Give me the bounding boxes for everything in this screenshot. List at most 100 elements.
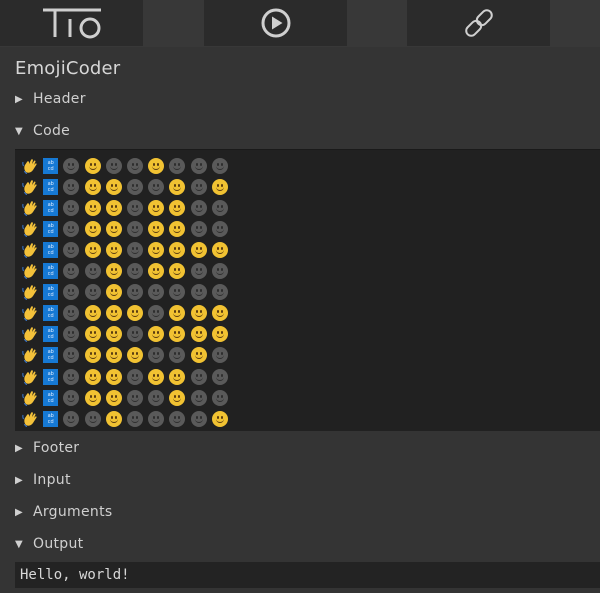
gray-smiley-icon xyxy=(126,263,143,279)
yellow-smiley-icon xyxy=(148,326,165,343)
gray-smiley-icon xyxy=(126,199,143,216)
section-label: Code xyxy=(33,123,71,139)
code-line: ab cd xyxy=(22,408,233,429)
gray-smiley-icon xyxy=(211,263,228,279)
gray-smiley-icon xyxy=(63,347,80,364)
abcd-input-icon: ab cd xyxy=(43,220,59,237)
expand-arrow-icon: ▶ xyxy=(15,442,23,454)
gray-smiley-icon xyxy=(148,305,165,322)
section-label: Output xyxy=(33,536,84,552)
gray-smiley-icon xyxy=(211,347,228,364)
waving-hand-emoji-icon xyxy=(22,347,38,364)
waving-hand-emoji-icon xyxy=(22,242,38,258)
yellow-smiley-icon xyxy=(169,220,186,237)
language-title: EmojiCoder xyxy=(15,58,121,79)
gray-smiley-icon xyxy=(126,220,143,237)
arguments-section-toggle[interactable]: ▶ Arguments xyxy=(15,504,112,520)
header-section-toggle[interactable]: ▶ Header xyxy=(15,91,86,107)
home-button[interactable] xyxy=(0,0,143,46)
gray-smiley-icon xyxy=(63,305,80,322)
yellow-smiley-icon xyxy=(84,157,101,174)
abcd-input-icon: ab cd xyxy=(43,178,59,195)
gray-smiley-icon xyxy=(63,263,80,279)
yellow-smiley-icon xyxy=(148,199,165,216)
yellow-smiley-icon xyxy=(105,178,122,195)
abcd-input-icon: ab cd xyxy=(43,347,59,364)
gray-smiley-icon xyxy=(126,368,143,385)
code-line: ab cd xyxy=(22,155,233,176)
gray-smiley-icon xyxy=(190,389,207,406)
gray-smiley-icon xyxy=(169,284,186,301)
yellow-smiley-icon xyxy=(211,326,228,343)
waving-hand-emoji-icon xyxy=(22,305,38,322)
gray-smiley-icon xyxy=(211,220,228,237)
yellow-smiley-icon xyxy=(169,178,186,195)
gray-smiley-icon xyxy=(211,389,228,406)
output-section-toggle[interactable]: ▼ Output xyxy=(15,536,83,552)
gray-smiley-icon xyxy=(211,284,228,301)
yellow-smiley-icon xyxy=(126,305,143,322)
gray-smiley-icon xyxy=(190,410,207,427)
gray-smiley-icon xyxy=(63,220,80,237)
footer-section-toggle[interactable]: ▶ Footer xyxy=(15,440,79,456)
yellow-smiley-icon xyxy=(84,220,101,237)
gray-smiley-icon xyxy=(190,263,207,279)
run-button[interactable] xyxy=(204,0,347,46)
yellow-smiley-icon xyxy=(84,305,101,322)
yellow-smiley-icon xyxy=(169,263,186,279)
code-section-toggle[interactable]: ▼ Code xyxy=(15,123,70,139)
gray-smiley-icon xyxy=(126,241,143,258)
abcd-input-icon: ab cd xyxy=(43,326,59,343)
permalink-button[interactable] xyxy=(407,0,550,46)
code-line: ab cd xyxy=(22,366,233,387)
code-editor[interactable]: ab cd ab cd ab cd ab cd ab cd ab cd ab cd ab cd ab cd ab cd… xyxy=(15,149,600,431)
gray-smiley-icon xyxy=(211,157,228,174)
yellow-smiley-icon xyxy=(84,178,101,195)
gray-smiley-icon xyxy=(84,284,101,301)
waving-hand-emoji-icon xyxy=(22,221,38,237)
gray-smiley-icon xyxy=(190,284,207,301)
section-label: Header xyxy=(33,91,86,107)
abcd-input-icon: ab cd xyxy=(43,263,59,279)
code-line: ab cd xyxy=(22,176,233,197)
abcd-input-icon: ab cd xyxy=(43,389,59,406)
section-label: Input xyxy=(33,472,71,488)
input-section-toggle[interactable]: ▶ Input xyxy=(15,472,71,488)
gray-smiley-icon xyxy=(148,410,165,427)
yellow-smiley-icon xyxy=(84,241,101,258)
yellow-smiley-icon xyxy=(105,389,122,406)
yellow-smiley-icon xyxy=(105,241,122,258)
yellow-smiley-icon xyxy=(105,284,122,301)
yellow-smiley-icon xyxy=(190,326,207,343)
code-line: ab cd xyxy=(22,261,233,282)
abcd-input-icon: ab cd xyxy=(43,284,59,301)
expand-arrow-icon: ▶ xyxy=(15,474,23,486)
yellow-smiley-icon xyxy=(105,305,122,322)
yellow-smiley-icon xyxy=(190,305,207,322)
code-line: ab cd xyxy=(22,197,233,218)
yellow-smiley-icon xyxy=(105,368,122,385)
gray-smiley-icon xyxy=(169,157,186,174)
yellow-smiley-icon xyxy=(169,368,186,385)
yellow-smiley-icon xyxy=(211,410,228,427)
collapse-arrow-icon: ▼ xyxy=(15,125,23,137)
gray-smiley-icon xyxy=(211,199,228,216)
yellow-smiley-icon xyxy=(169,305,186,322)
gray-smiley-icon xyxy=(190,199,207,216)
output-display[interactable]: Hello, world! xyxy=(15,562,600,588)
gray-smiley-icon xyxy=(190,157,207,174)
yellow-smiley-icon xyxy=(211,241,228,258)
collapse-arrow-icon: ▼ xyxy=(15,538,23,550)
waving-hand-emoji-icon xyxy=(22,411,38,427)
waving-hand-emoji-icon xyxy=(22,263,38,279)
expand-arrow-icon: ▶ xyxy=(15,93,23,105)
yellow-smiley-icon xyxy=(169,199,186,216)
gray-smiley-icon xyxy=(63,389,80,406)
yellow-smiley-icon xyxy=(169,389,186,406)
code-line: ab cd xyxy=(22,218,233,239)
yellow-smiley-icon xyxy=(190,347,207,364)
gray-smiley-icon xyxy=(190,368,207,385)
section-label: Footer xyxy=(33,440,80,456)
yellow-smiley-icon xyxy=(148,368,165,385)
gray-smiley-icon xyxy=(63,326,80,343)
